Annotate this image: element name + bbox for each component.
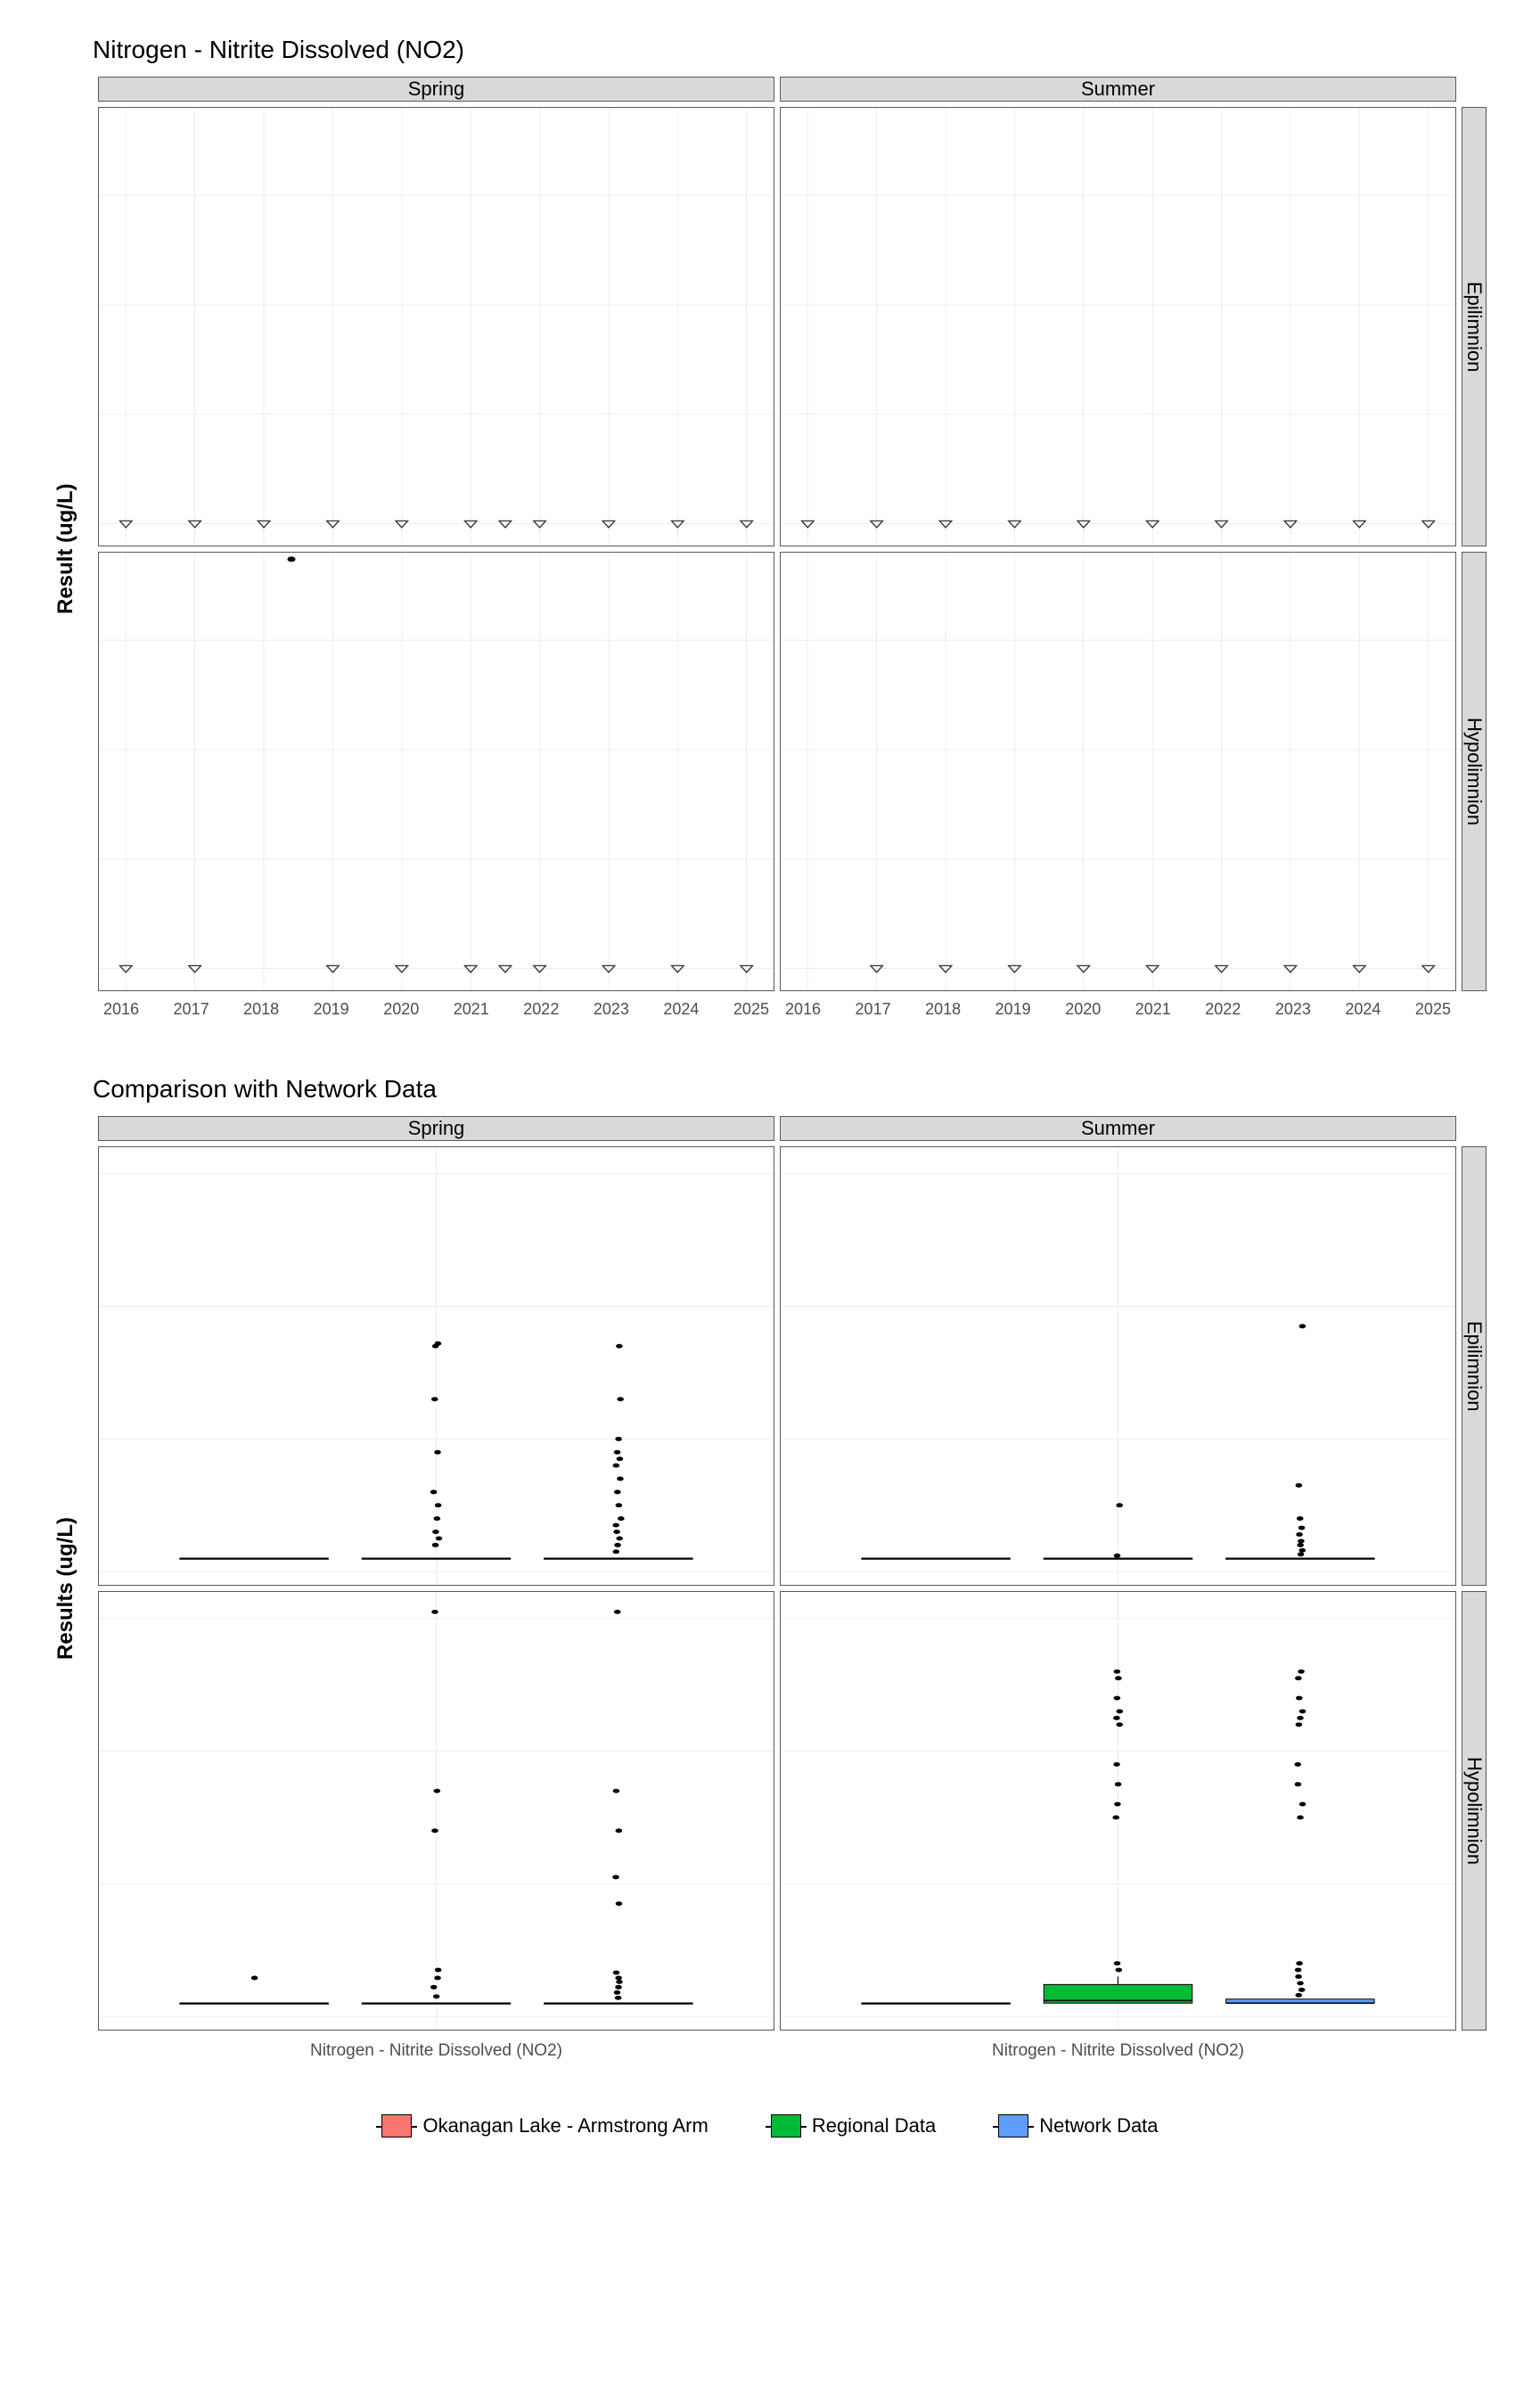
legend-label: Okanagan Lake - Armstrong Arm	[422, 2114, 708, 2138]
chart-top: Nitrogen - Nitrite Dissolved (NO2) Resul…	[53, 36, 1487, 1022]
panel2-spring-epi: 3020100	[98, 1146, 774, 1586]
chart-bottom-grid: Results (ug/L) Spring Summer Epilimnion …	[53, 1116, 1487, 2061]
legend-item-network: Network Data	[998, 2114, 1158, 2138]
panel2-summer-hypo	[780, 1591, 1456, 2031]
chart-top-xaxis-left: 2016201720182019202020212022202320242025	[98, 997, 774, 1022]
legend-key-red	[381, 2114, 412, 2138]
panel-spring-epi: 2.52.01.51.0	[98, 107, 774, 546]
facet-row-hypo: Hypolimnion	[1462, 552, 1487, 991]
facet-row-epi: Epilimnion	[1462, 107, 1487, 546]
legend-label: Network Data	[1039, 2114, 1158, 2138]
legend-label: Regional Data	[812, 2114, 936, 2138]
chart-bottom-ylabel: Results (ug/L)	[53, 1146, 93, 2031]
panel2-summer-epi	[780, 1146, 1456, 1586]
chart-top-xaxis-right: 2016201720182019202020212022202320242025	[780, 997, 1456, 1022]
chart-bottom: Comparison with Network Data Results (ug…	[53, 1075, 1487, 2061]
panel2-spring-hypo: 3020100	[98, 1591, 774, 2031]
chart-top-title: Nitrogen - Nitrite Dissolved (NO2)	[93, 36, 1487, 64]
facet2-row-epi: Epilimnion	[1462, 1146, 1487, 1586]
panel-spring-hypo: 2.52.01.51.0	[98, 552, 774, 991]
panel-summer-hypo	[780, 552, 1456, 991]
legend-key-blue	[998, 2114, 1028, 2138]
facet-col-summer: Summer	[780, 77, 1456, 102]
chart-bottom-title: Comparison with Network Data	[93, 1075, 1487, 1104]
facet2-col-spring: Spring	[98, 1116, 774, 1141]
facet2-col-summer: Summer	[780, 1116, 1456, 1141]
legend-item-regional: Regional Data	[771, 2114, 936, 2138]
chart-bottom-xaxis-left: Nitrogen - Nitrite Dissolved (NO2)	[98, 2036, 774, 2061]
panel-summer-epi	[780, 107, 1456, 546]
legend-item-okanagan: Okanagan Lake - Armstrong Arm	[381, 2114, 708, 2138]
chart-top-ylabel: Result (ug/L)	[53, 107, 93, 991]
facet2-row-hypo: Hypolimnion	[1462, 1591, 1487, 2031]
chart-top-grid: Result (ug/L) Spring Summer Epilimnion H…	[53, 77, 1487, 1022]
legend-key-green	[771, 2114, 801, 2138]
facet-col-spring: Spring	[98, 77, 774, 102]
chart-bottom-xaxis-right: Nitrogen - Nitrite Dissolved (NO2)	[780, 2036, 1456, 2061]
legend: Okanagan Lake - Armstrong Arm Regional D…	[53, 2114, 1487, 2138]
